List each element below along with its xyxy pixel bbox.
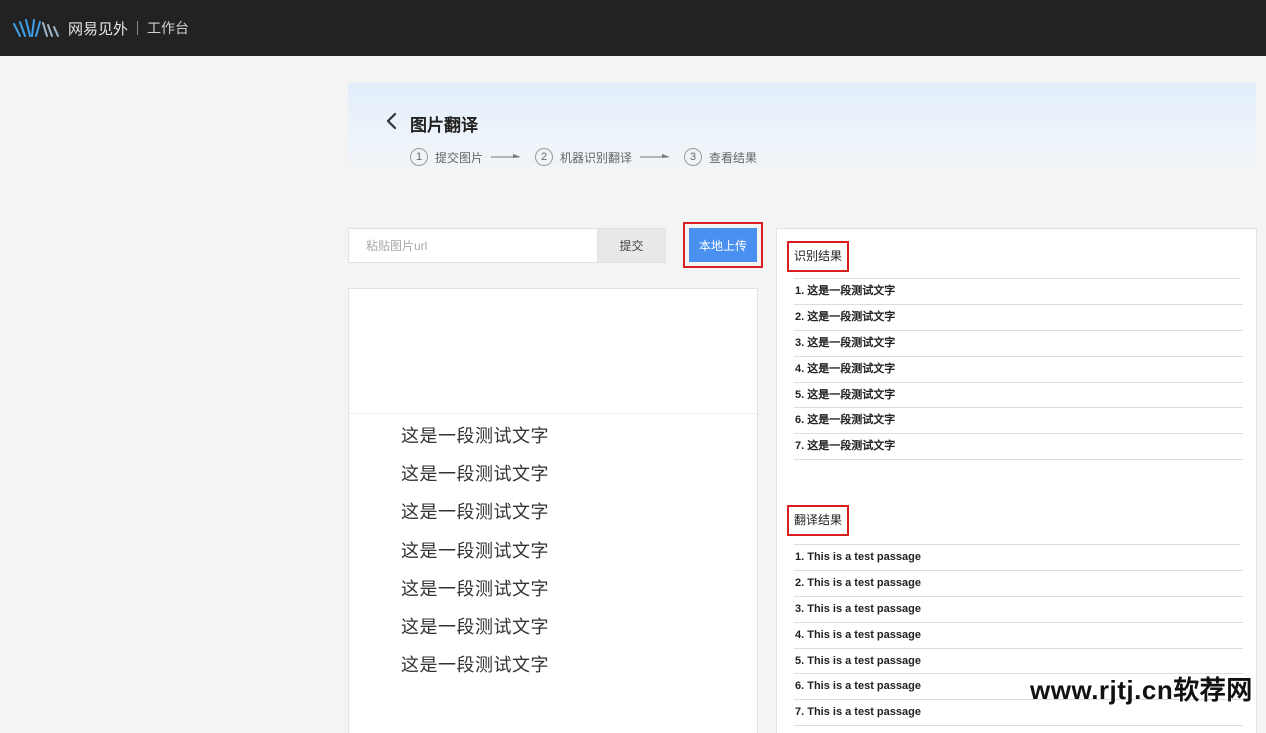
preview-line: 这是一段测试文字 [401,616,549,637]
recognition-item: 4. 这是一段测试文字 [794,357,1243,383]
step-label: 提交图片 [435,150,484,165]
page-title: 图片翻译 [410,116,478,135]
local-upload-button[interactable]: 本地上传 [689,228,757,262]
step-number: 2 [535,148,554,166]
preview-line: 这是一段测试文字 [401,540,549,561]
preview-line: 这是一段测试文字 [401,502,549,523]
step-arrow-icon [491,154,522,158]
workspace-link[interactable]: 工作台 [147,18,189,38]
recognition-item: 1. 这是一段测试文字 [794,279,1243,305]
step-number: 1 [410,148,428,166]
preview-line: 这是一段测试文字 [401,578,549,599]
submit-button[interactable]: 提交 [597,229,665,262]
step-label: 机器识别翻译 [560,150,633,165]
translation-item: 4. This is a test passage [794,623,1243,649]
progress-steps: 1 提交图片 2 机器识别翻译 3 查看结果 [410,148,757,166]
translation-item: 1. This is a test passage [794,545,1243,571]
recognition-item: 2. 这是一段测试文字 [794,305,1243,331]
brand-name[interactable]: 网易见外 [68,18,128,39]
brand-logo-icon[interactable] [12,16,62,40]
recognition-item: 7. 这是一段测试文字 [794,434,1243,461]
preview-line: 这是一段测试文字 [401,464,549,485]
translation-result-title: 翻译结果 [787,505,850,536]
recognition-list: 1. 这是一段测试文字 2. 这是一段测试文字 3. 这是一段测试文字 4. 这… [794,279,1243,461]
step-arrow-icon [640,154,671,158]
result-panel: 识别结果 1. 这是一段测试文字 2. 这是一段测试文字 3. 这是一段测试文字… [776,228,1257,733]
preview-divider [349,413,757,414]
preview-line: 这是一段测试文字 [401,655,549,676]
step-machine-translate: 2 机器识别翻译 [535,148,632,166]
translation-item: 3. This is a test passage [794,597,1243,623]
step-view-result: 3 查看结果 [684,148,757,166]
step-submit-image: 1 提交图片 [410,148,483,166]
upload-highlight-box: 本地上传 [683,222,763,268]
image-preview: 这是一段测试文字 这是一段测试文字 这是一段测试文字 这是一段测试文字 这是一段… [348,288,758,733]
back-arrow-icon[interactable] [384,111,400,131]
preview-text-block: 这是一段测试文字 这是一段测试文字 这是一段测试文字 这是一段测试文字 这是一段… [401,422,549,689]
brand-divider [137,21,139,35]
recognition-item: 5. 这是一段测试文字 [794,383,1243,409]
step-label: 查看结果 [709,150,758,165]
top-bar: 网易见外 工作台 [0,0,1266,56]
url-submit-group: 提交 [348,228,666,263]
recognition-result-title: 识别结果 [787,241,850,272]
preview-line: 这是一段测试文字 [401,426,549,446]
recognition-item: 6. 这是一段测试文字 [794,408,1243,435]
image-url-input[interactable] [349,229,597,262]
site-watermark: www.rjtj.cn软荐网 [1030,675,1253,705]
translation-item: 2. This is a test passage [794,571,1243,597]
step-number: 3 [684,148,703,166]
page-banner: 图片翻译 1 提交图片 2 机器识别翻译 3 查看结果 [348,83,1256,183]
recognition-item: 3. 这是一段测试文字 [794,331,1243,357]
